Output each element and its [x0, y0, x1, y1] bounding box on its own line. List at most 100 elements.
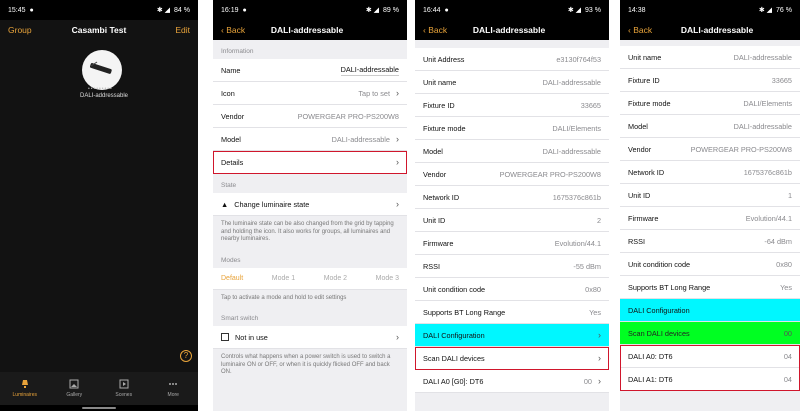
- detail-row: Unit name DALI-addressable: [415, 71, 609, 94]
- row-value: -55 dBm: [573, 261, 601, 271]
- icon-row[interactable]: Icon Tap to set ›: [213, 82, 407, 105]
- row-value: Evolution/44.1: [554, 238, 601, 248]
- detail-row: Model DALI-addressable: [415, 140, 609, 163]
- scan-dali-devices-row[interactable]: Scan DALI devices ›: [415, 347, 609, 370]
- phone-luminaire-settings-screen: 16:19 ● ✱ ◢ 89 % ‹ Back DALI-addressable I…: [213, 0, 407, 411]
- row-value: POWERGEAR PRO-PS200W8: [499, 169, 601, 179]
- information-header: Information: [213, 40, 407, 59]
- edit-button[interactable]: Edit: [150, 25, 190, 35]
- phone-dali-scan-screen: 14:38 ✱ ◢ 76 % ‹ Back DALI-addressable Un…: [620, 0, 800, 411]
- status-time: 15:45: [8, 6, 26, 14]
- signal-icon: ✱ ◢: [567, 7, 582, 14]
- row-label: Unit ID: [628, 190, 651, 200]
- lamp-icon: ▲: [221, 199, 229, 209]
- chevron-right-icon: ›: [396, 88, 399, 98]
- battery-level: 84 %: [174, 6, 190, 14]
- status-time: 16:44: [423, 6, 441, 14]
- dali-configuration-row[interactable]: DALI Configuration: [620, 299, 800, 322]
- notification-icon: ●: [29, 6, 34, 14]
- mode-3[interactable]: Mode 3: [376, 275, 399, 282]
- tab-scenes[interactable]: Scenes: [99, 372, 149, 405]
- tab-gallery[interactable]: Gallery: [50, 372, 100, 405]
- row-label: Not in use: [235, 332, 268, 342]
- back-button[interactable]: ‹ Back: [423, 25, 447, 35]
- row-value: DALI-addressable: [331, 134, 390, 144]
- status-time: 14:38: [628, 6, 646, 14]
- name-field[interactable]: DALI-addressable: [340, 65, 399, 76]
- tab-bar: Luminaires Gallery Scenes More: [0, 372, 198, 405]
- detail-row: Unit ID 1: [620, 184, 800, 207]
- name-row[interactable]: Name DALI-addressable: [213, 59, 407, 82]
- row-value: -64 dBm: [764, 236, 792, 246]
- back-button[interactable]: ‹ Back: [221, 25, 245, 35]
- row-label: RSSI: [628, 236, 646, 246]
- detail-row: Fixture ID 33665: [415, 94, 609, 117]
- row-label: Unit condition code: [628, 259, 691, 269]
- detail-row: Fixture ID 33665: [620, 69, 800, 92]
- row-label: Change luminaire state: [234, 199, 310, 209]
- detail-row: RSSI -64 dBm: [620, 230, 800, 253]
- row-label: Unit ID: [423, 215, 446, 225]
- smart-switch-note: Controls what happens when a power switc…: [213, 349, 407, 382]
- signal-icon: ✱ ◢: [758, 7, 773, 14]
- row-value: 33665: [580, 100, 601, 110]
- battery-level: 89 %: [383, 6, 399, 14]
- back-button[interactable]: ‹ Back: [628, 25, 652, 35]
- dali-configuration-row[interactable]: DALI Configuration ›: [415, 324, 609, 347]
- row-value: 1: [787, 190, 792, 200]
- more-icon: [169, 383, 178, 385]
- smart-switch-row[interactable]: Not in use ›: [213, 326, 407, 349]
- vendor-row: Vendor POWERGEAR PRO-PS200W8: [213, 105, 407, 128]
- tab-luminaires[interactable]: Luminaires: [0, 372, 50, 405]
- row-value: DALI-addressable: [542, 146, 601, 156]
- status-bar: 16:44 ● ✱ ◢ 93 %: [415, 0, 609, 20]
- mode-1[interactable]: Mode 1: [272, 275, 295, 282]
- chevron-right-icon: ›: [396, 134, 399, 144]
- row-label: Supports BT Long Range: [423, 307, 506, 317]
- mode-default[interactable]: Default: [221, 275, 243, 282]
- detail-row: Supports BT Long Range Yes: [415, 301, 609, 324]
- row-value: POWERGEAR PRO-PS200W8: [690, 144, 792, 154]
- dali-devices-group: DALI A0: DT6 04 DALI A1: DT6 04: [620, 345, 800, 391]
- detail-row: Vendor POWERGEAR PRO-PS200W8: [620, 138, 800, 161]
- row-label: Scan DALI devices: [628, 328, 690, 338]
- tab-more[interactable]: More: [149, 372, 199, 405]
- chevron-right-icon: ›: [598, 330, 601, 340]
- row-value: DALI/Elements: [743, 98, 792, 108]
- detail-row: Unit condition code 0x80: [415, 278, 609, 301]
- page-title: DALI-addressable: [472, 25, 546, 35]
- modes-header: Modes: [213, 248, 407, 268]
- back-label: Back: [226, 25, 246, 35]
- model-row[interactable]: Model DALI-addressable ›: [213, 128, 407, 151]
- scan-dali-devices-row[interactable]: Scan DALI devices 00: [620, 322, 800, 345]
- dali-device-row[interactable]: DALI A1: DT6 04: [620, 368, 800, 391]
- detail-row: Unit condition code 0x80: [620, 253, 800, 276]
- row-label: DALI A1: DT6: [628, 374, 673, 384]
- group-button[interactable]: Group: [8, 25, 48, 35]
- row-value: 33665: [771, 75, 792, 85]
- chevron-right-icon: ›: [598, 353, 601, 363]
- row-label: DALI A0 [G0]: DT6: [423, 376, 484, 386]
- row-value: Yes: [589, 307, 601, 317]
- row-label: DALI Configuration: [628, 305, 690, 315]
- row-label: Vendor: [628, 144, 652, 154]
- details-row[interactable]: Details ›: [213, 151, 407, 174]
- mode-2[interactable]: Mode 2: [324, 275, 347, 282]
- row-label: Vendor: [423, 169, 447, 179]
- row-label: Firmware: [423, 238, 454, 248]
- chevron-right-icon: ›: [396, 199, 399, 209]
- dali-device-row[interactable]: DALI A0: DT6 04: [620, 345, 800, 368]
- row-label: Model: [221, 134, 241, 144]
- help-icon[interactable]: ?: [180, 350, 192, 362]
- row-label: Supports BT Long Range: [628, 282, 711, 292]
- change-state-row[interactable]: ▲ Change luminaire state ›: [213, 193, 407, 216]
- row-label: Unit name: [628, 52, 662, 62]
- state-note: The luminaire state can be also changed …: [213, 216, 407, 249]
- luminaire-icon[interactable]: [82, 50, 122, 90]
- status-bar: 14:38 ✱ ◢ 76 %: [620, 0, 800, 20]
- detail-row: Firmware Evolution/44.1: [620, 207, 800, 230]
- dali-device-row[interactable]: DALI A0 [G0]: DT6 00 ›: [415, 370, 609, 393]
- detail-row: Vendor POWERGEAR PRO-PS200W8: [415, 163, 609, 186]
- battery-level: 93 %: [585, 6, 601, 14]
- row-label: DALI Configuration: [423, 330, 485, 340]
